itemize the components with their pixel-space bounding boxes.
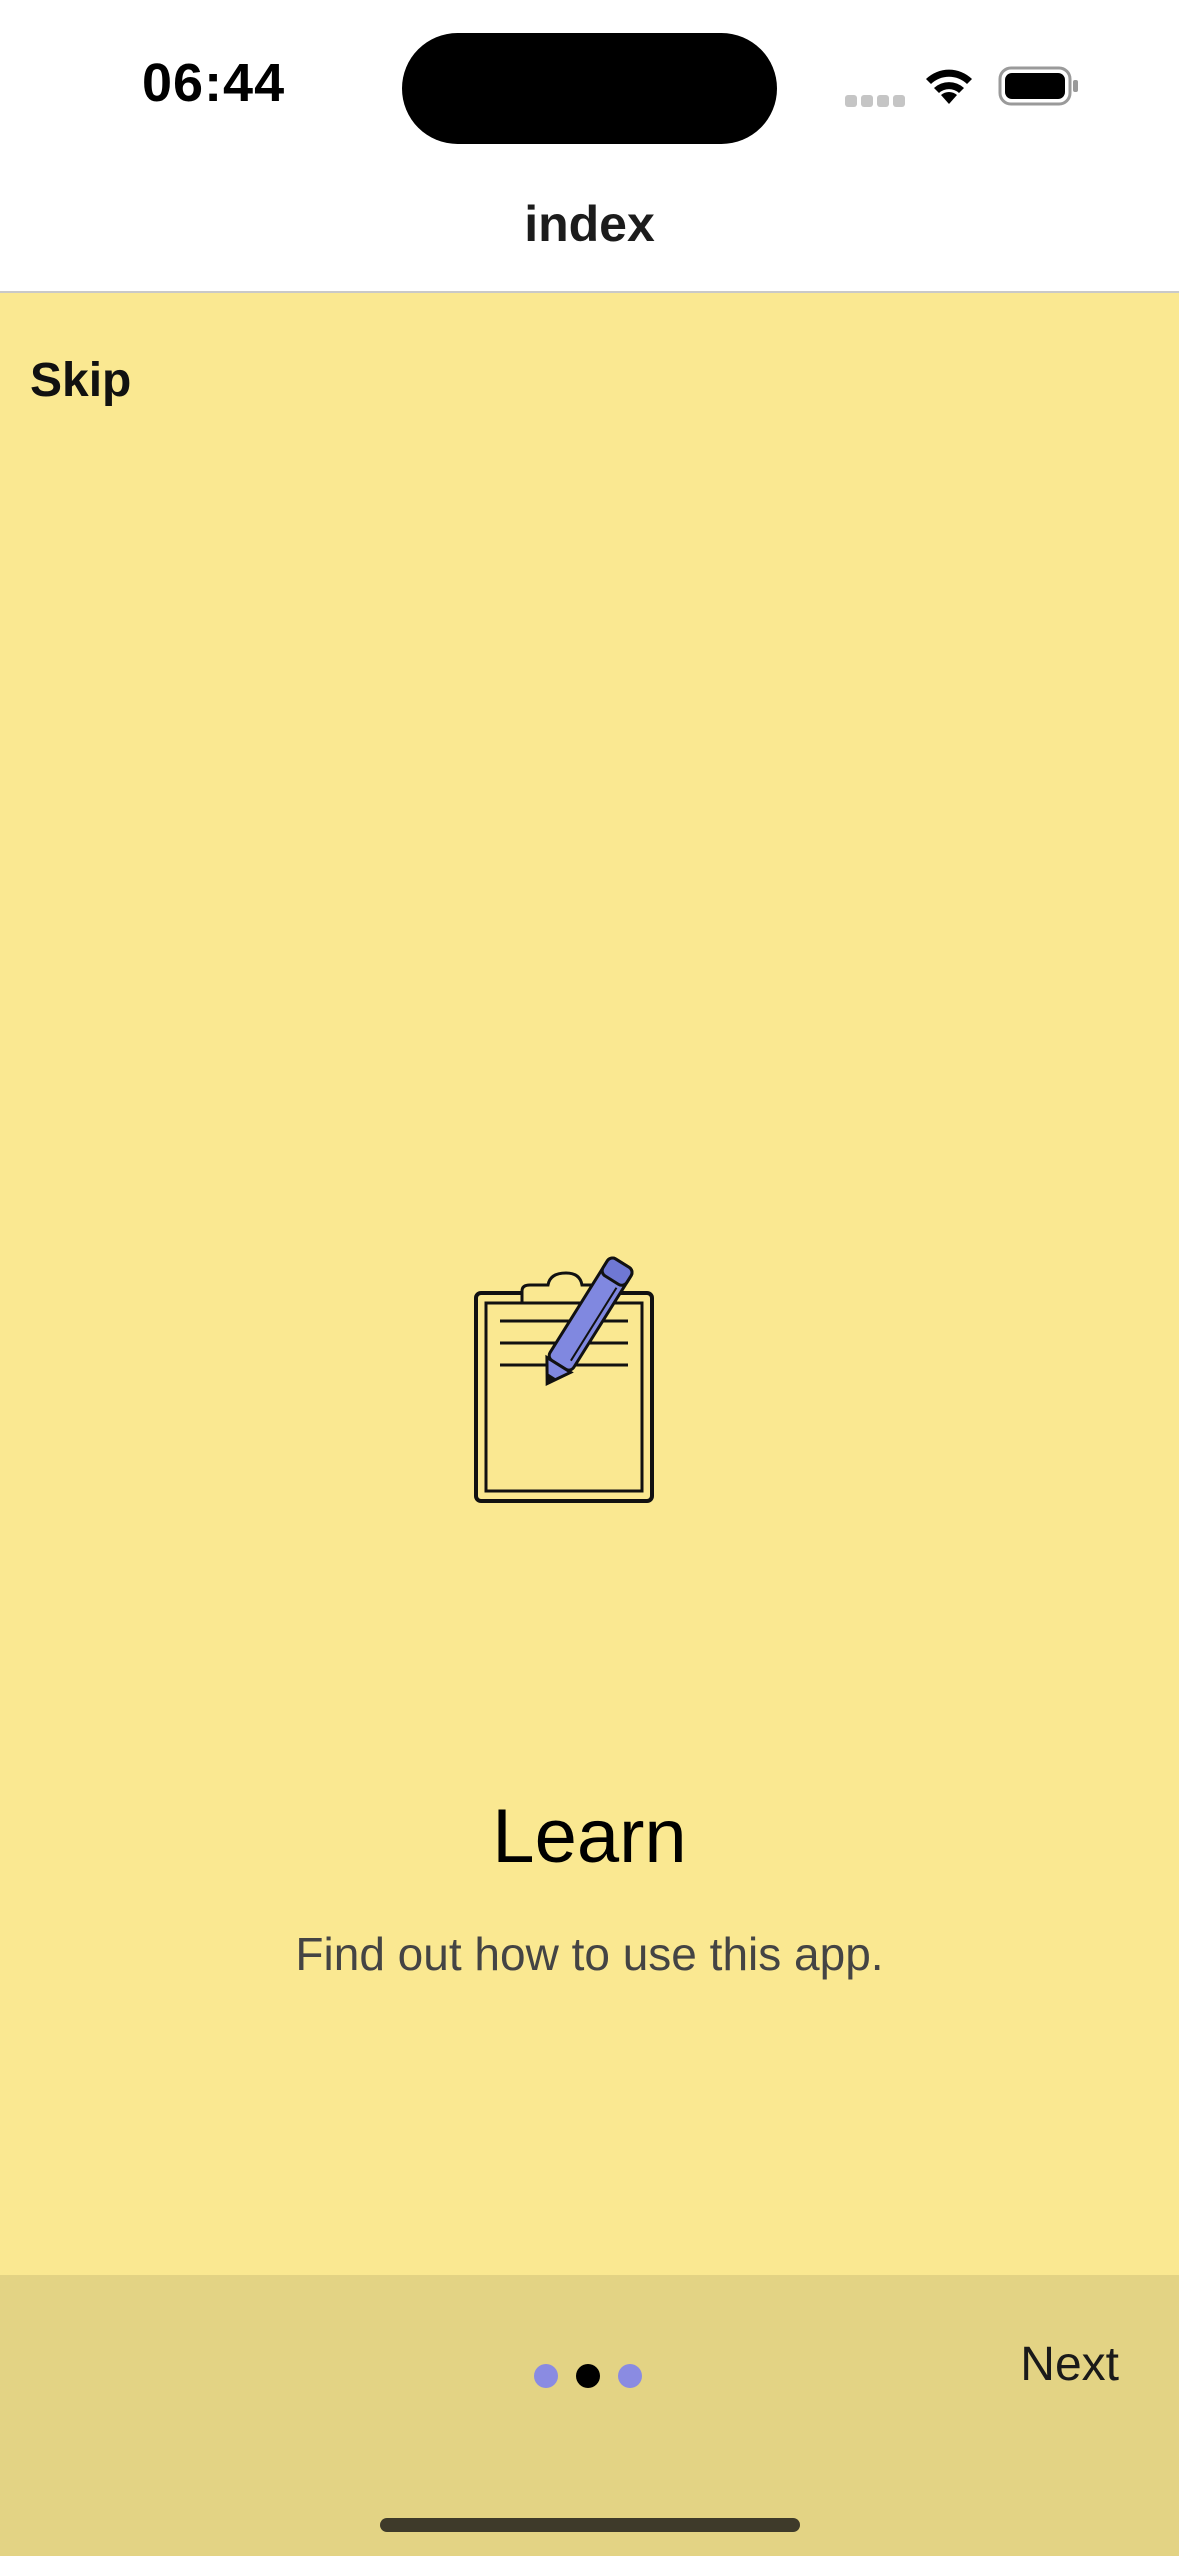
status-time: 06:44 (142, 53, 286, 113)
wifi-icon (926, 69, 972, 104)
page-title: index (524, 196, 655, 252)
slide-subtitle: Find out how to use this app. (295, 1928, 884, 1980)
skip-button[interactable]: Skip (30, 353, 131, 408)
page-dot-2-active[interactable] (576, 2364, 600, 2388)
clipboard-pencil-icon (474, 1256, 654, 1503)
dynamic-island (402, 33, 777, 144)
nav-header: index (0, 170, 1179, 293)
home-indicator[interactable] (380, 2518, 800, 2532)
next-button[interactable]: Next (1020, 2337, 1119, 2392)
page-dot-3[interactable] (618, 2364, 642, 2388)
page-dot-1[interactable] (534, 2364, 558, 2388)
onboarding-slide[interactable]: Skip Learn Find out how to use this app. (0, 293, 1179, 2275)
slide-title: Learn (492, 1794, 687, 1879)
battery-icon (998, 66, 1078, 106)
onboarding-footer: Next (0, 2275, 1179, 2556)
page-indicator (534, 2364, 642, 2388)
cellular-signal-icon (845, 95, 905, 107)
status-bar: 06:44 (0, 0, 1179, 170)
